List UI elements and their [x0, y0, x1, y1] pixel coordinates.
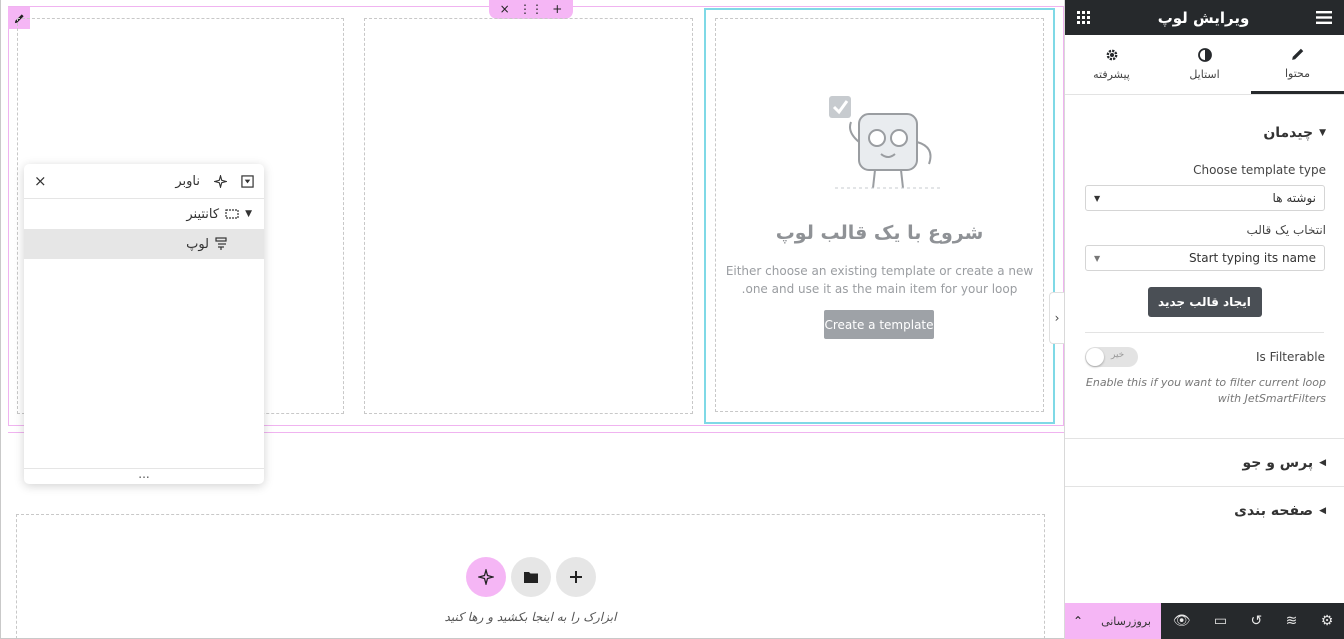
history-icon[interactable]: ↺ — [1250, 613, 1262, 629]
plus-icon — [570, 571, 582, 583]
update-button[interactable]: بروزرسانی — [1091, 603, 1161, 639]
container-icon — [225, 209, 239, 219]
caret-down-icon: ▼ — [1094, 193, 1101, 203]
caret-left-icon: ◀ — [1319, 458, 1326, 468]
loop-column-empty[interactable] — [364, 18, 693, 414]
navigator-header[interactable]: × ناوبر — [24, 164, 264, 199]
template-library-button[interactable] — [511, 557, 551, 597]
contrast-icon — [1197, 48, 1212, 62]
caret-left-icon: ◀ — [1319, 506, 1326, 516]
folder-icon — [524, 572, 538, 583]
panel-header: ویرایش لوپ — [1065, 0, 1344, 35]
section-query-header[interactable]: ◀ پرس و جو — [1065, 455, 1344, 471]
section-handle[interactable]: × ⋮⋮ + — [489, 0, 573, 19]
filterable-help: Enable this if you want to filter curren… — [1085, 376, 1326, 405]
caret-down-icon[interactable]: ▼ — [245, 209, 252, 219]
gear-icon — [1106, 49, 1117, 61]
choose-template-label: انتخاب یک قالب — [1246, 223, 1326, 237]
choose-template-placeholder: Start typing its name — [1188, 251, 1316, 265]
empty-state-title: شروع با یک قالب لوپ — [775, 222, 984, 244]
pencil-icon — [1291, 48, 1303, 60]
navigator-item-label: لوپ — [186, 236, 209, 252]
loop-grid-icon — [215, 237, 227, 250]
template-type-label: Choose template type — [1193, 163, 1326, 177]
hamburger-menu-icon[interactable] — [1315, 11, 1332, 24]
tab-content[interactable]: محتوا — [1251, 35, 1344, 94]
tab-label: محتوا — [1284, 66, 1311, 80]
tab-advanced[interactable]: پیشرفته — [1065, 35, 1158, 94]
filterable-switch[interactable]: خیر — [1085, 347, 1138, 367]
responsive-mode-icon[interactable]: ▭ — [1214, 613, 1227, 629]
widget-drop-zone[interactable]: ابزارک را به اینجا بکشید و رها کنید — [16, 514, 1045, 639]
editor-app: × ⋮⋮ + شروع با یک قالب لوپ Either choose… — [0, 0, 1344, 639]
switch-state-text: خیر — [1111, 350, 1125, 360]
loop-empty-state: شروع با یک قالب لوپ Either choose an exi… — [715, 18, 1044, 412]
empty-state-description: Either choose an existing template or cr… — [725, 264, 1034, 296]
footer-tools: 👁 ▭ ↺ ≋ ⚙ — [1161, 613, 1344, 629]
section-layout-header[interactable]: ▼ چیدمان — [1065, 125, 1344, 141]
create-template-button[interactable]: Create a template — [824, 310, 934, 339]
template-type-value: نوشته ها — [1272, 191, 1316, 205]
section-pagination-header[interactable]: ◀ صفحه بندی — [1065, 503, 1344, 519]
preview-canvas[interactable]: × ⋮⋮ + شروع با یک قالب لوپ Either choose… — [0, 0, 1064, 639]
collapse-all-icon[interactable] — [241, 174, 254, 188]
add-section-button[interactable] — [556, 557, 596, 597]
robot-illustration-icon — [829, 96, 943, 189]
navigator-title: ناوبر — [175, 173, 200, 189]
template-type-select[interactable]: ▼ نوشته ها — [1085, 185, 1325, 211]
ai-generate-button[interactable] — [466, 557, 506, 597]
layers-icon[interactable]: ≋ — [1286, 613, 1298, 629]
caret-down-icon: ▼ — [1319, 128, 1326, 138]
section-query-title: پرس و جو — [1242, 455, 1314, 471]
filterable-row: خیر Is Filterable — [1065, 347, 1344, 367]
editor-panel: ویرایش لوپ محتوا استایل پیشرفته ▼ چیدمان… — [1064, 0, 1344, 639]
sparkle-icon[interactable] — [214, 174, 227, 188]
navigator-item-container[interactable]: کانتینر ▼ — [24, 199, 264, 229]
new-template-button[interactable]: ایجاد قالب جدید — [1147, 287, 1262, 317]
tab-label: استایل — [1189, 68, 1220, 81]
choose-template-select[interactable]: ▼ Start typing its name — [1085, 245, 1325, 271]
tab-style[interactable]: استایل — [1158, 35, 1251, 94]
chevron-right-icon: › — [1054, 311, 1060, 325]
panel-tabs: محتوا استایل پیشرفته — [1065, 35, 1344, 95]
preview-eye-icon[interactable]: 👁 — [1173, 613, 1191, 629]
switch-knob — [1086, 348, 1104, 366]
tab-label: پیشرفته — [1093, 68, 1130, 81]
navigator-item-label: کانتینر — [186, 206, 220, 222]
sparkle-icon — [478, 569, 494, 585]
panel-title: ویرایش لوپ — [1157, 8, 1250, 27]
chevron-up-icon: ⌃ — [1072, 614, 1084, 628]
toggle-panel-button[interactable]: › — [1049, 292, 1064, 344]
section-pagination-title: صفحه بندی — [1234, 503, 1314, 519]
settings-gear-icon[interactable]: ⚙ — [1321, 613, 1334, 629]
close-section-icon[interactable]: × — [500, 0, 510, 19]
section-layout-title: چیدمان — [1263, 125, 1314, 141]
navigator-resize-handle[interactable]: ... — [24, 468, 264, 484]
save-options-button[interactable]: ⌃ — [1065, 603, 1091, 639]
navigator-panel[interactable]: × ناوبر کانتینر ▼ لوپ ... — [24, 164, 264, 484]
navigator-item-loop[interactable]: لوپ — [24, 229, 264, 259]
caret-down-icon: ▼ — [1094, 253, 1101, 263]
filterable-label: Is Filterable — [1255, 350, 1325, 364]
drop-zone-hint: ابزارک را به اینجا بکشید و رها کنید — [444, 610, 617, 624]
add-section-icon[interactable]: + — [552, 0, 562, 19]
drag-handle-icon[interactable]: ⋮⋮ — [519, 0, 543, 19]
widgets-grid-icon[interactable] — [1077, 10, 1091, 25]
panel-footer: ⌃ بروزرسانی 👁 ▭ ↺ ≋ ⚙ — [1065, 603, 1344, 639]
close-icon[interactable]: × — [34, 172, 47, 190]
